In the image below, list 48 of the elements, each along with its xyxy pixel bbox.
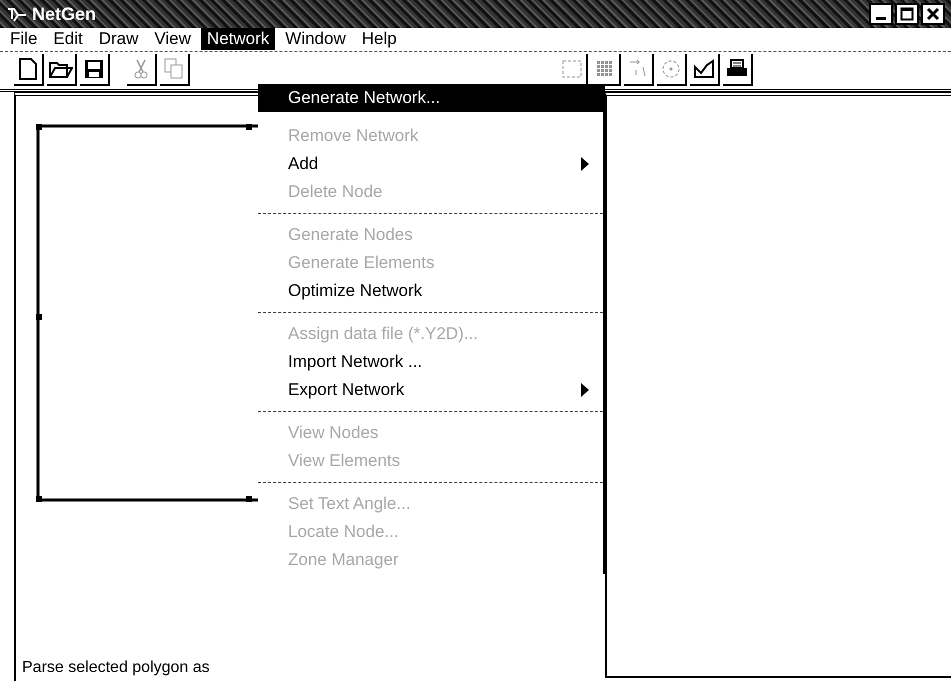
- menu-option-label: Import Network ...: [288, 352, 422, 372]
- toolbar-button[interactable]: [80, 54, 110, 86]
- menu-item[interactable]: Draw: [92, 28, 144, 50]
- menu-item[interactable]: Window: [279, 28, 352, 50]
- window-title: NetGen: [32, 4, 96, 25]
- mesh-icon: [693, 59, 715, 80]
- toolbar-button[interactable]: [47, 54, 77, 86]
- menu-item[interactable]: Edit: [47, 28, 89, 50]
- menu-option[interactable]: Generate Network...: [258, 84, 603, 112]
- minimize-button[interactable]: [869, 3, 893, 26]
- menu-option-label: Remove Network: [288, 126, 418, 146]
- menu-option[interactable]: Import Network ...: [258, 348, 603, 376]
- menu-option-label: Locate Node...: [288, 522, 399, 542]
- toolbar-button[interactable]: [14, 54, 44, 86]
- toolbar-button[interactable]: [690, 54, 720, 86]
- new-file-icon: [18, 58, 38, 80]
- menu-option[interactable]: Optimize Network: [258, 277, 603, 305]
- menu-item[interactable]: File: [4, 28, 44, 50]
- minimize-icon: [876, 16, 886, 20]
- maximize-icon: [900, 7, 914, 22]
- menu-item[interactable]: Network: [200, 28, 276, 50]
- menu-option-label: Generate Nodes: [288, 225, 413, 245]
- toolbar-button[interactable]: [723, 54, 753, 86]
- menu-option-label: View Nodes: [288, 423, 378, 443]
- menu-option-label: Generate Elements: [288, 253, 434, 273]
- menu-option-label: Set Text Angle...: [288, 494, 411, 514]
- menu-option-label: Assign data file (*.Y2D)...: [288, 324, 478, 344]
- menu-option[interactable]: Add: [258, 150, 603, 178]
- maximize-button[interactable]: [895, 3, 919, 26]
- close-button[interactable]: [921, 3, 945, 26]
- status-text: Parse selected polygon as: [21, 659, 211, 678]
- dashed-rectangle-icon: [561, 58, 583, 80]
- scissors-icon: [132, 58, 150, 80]
- menu-option-label: Delete Node: [288, 182, 383, 202]
- open-folder-icon: [49, 59, 73, 80]
- close-icon: [926, 7, 940, 22]
- menu-option-label: Optimize Network: [288, 281, 422, 301]
- menu-item[interactable]: View: [148, 28, 197, 50]
- menu-option-label: Zone Manager: [288, 550, 399, 570]
- menu-option-label: Export Network: [288, 380, 404, 400]
- menu-option-label: Add: [288, 154, 318, 174]
- circle-icon: [660, 58, 682, 80]
- menu-option[interactable]: Export Network: [258, 376, 603, 404]
- menu-option-label: Generate Network...: [288, 88, 440, 108]
- network-icon: [6, 5, 28, 24]
- menu-option-label: View Elements: [288, 451, 400, 471]
- menu-item[interactable]: Help: [356, 28, 403, 50]
- copy-icon: [164, 58, 184, 80]
